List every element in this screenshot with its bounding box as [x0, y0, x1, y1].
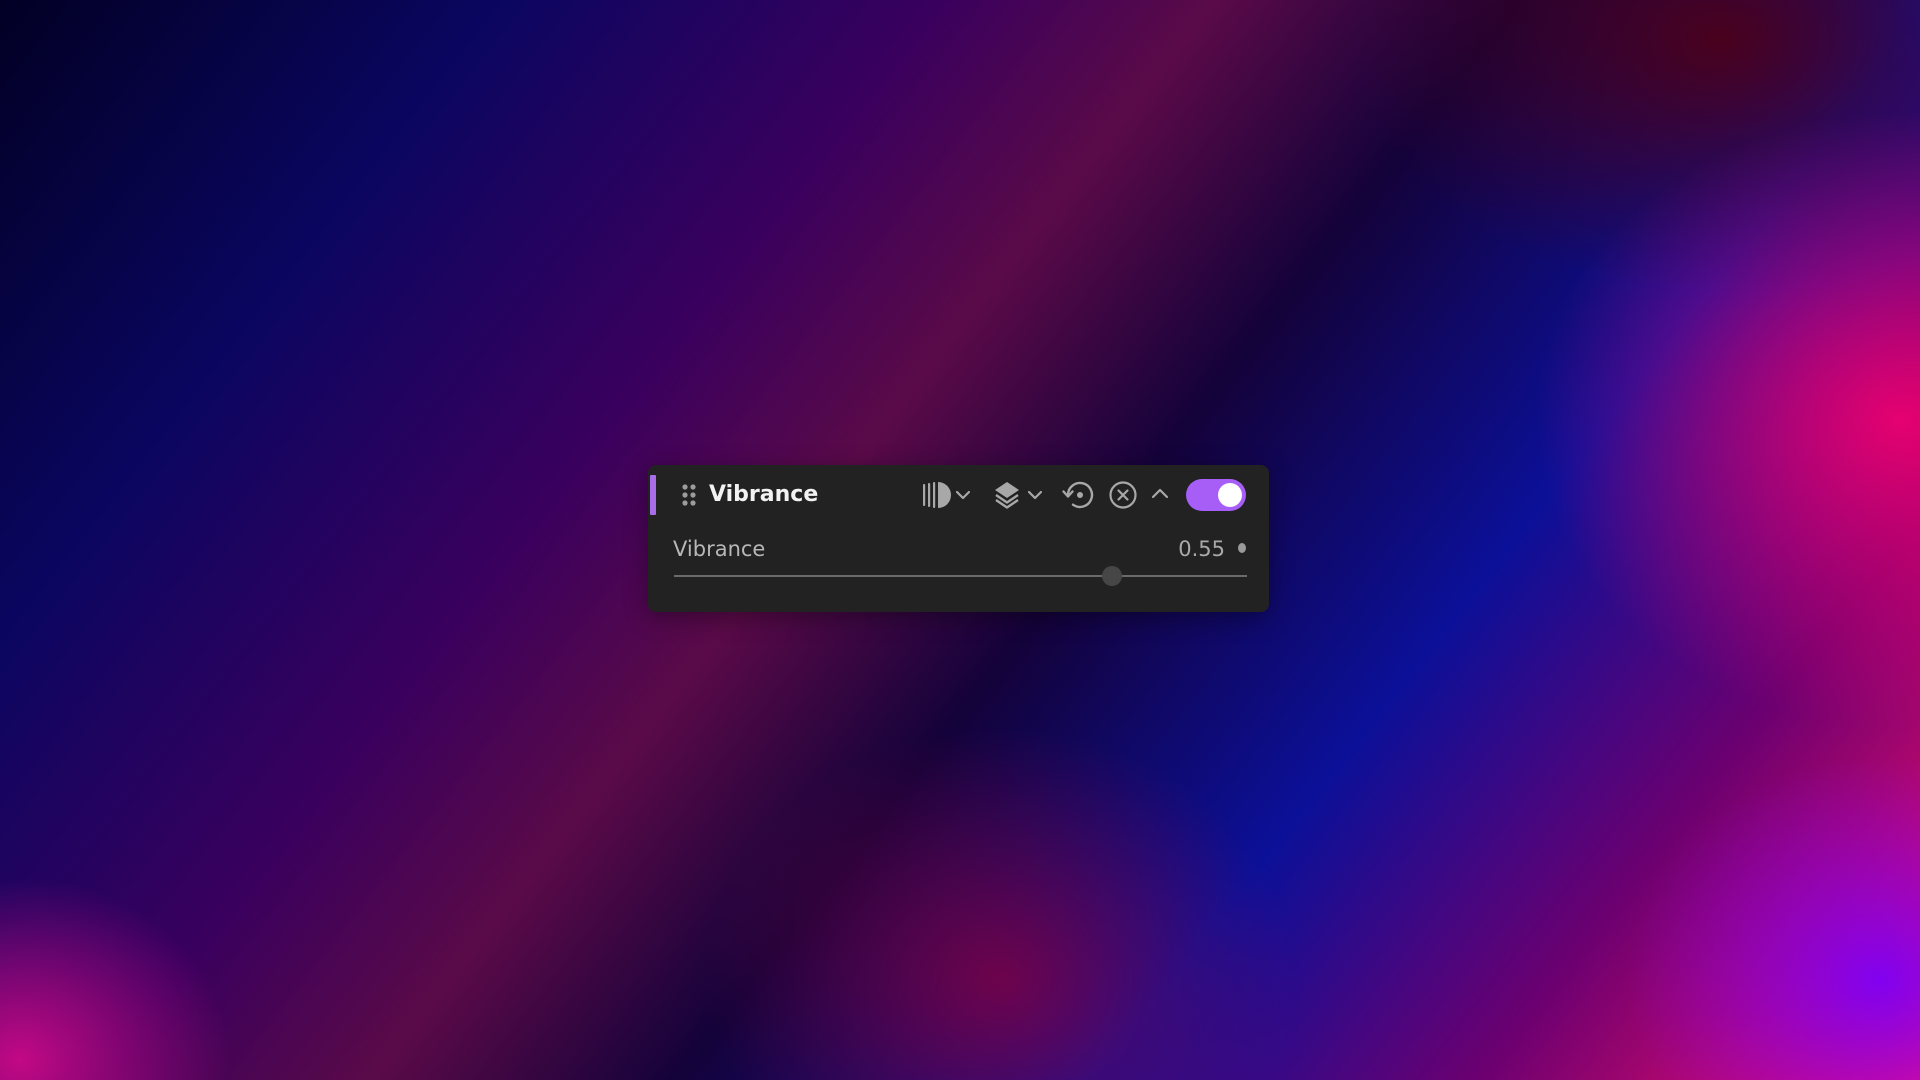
effect-enable-toggle[interactable] [1186, 479, 1246, 511]
vibrance-param-value[interactable]: 0.55 [1178, 535, 1225, 563]
vibrance-param-label: Vibrance [673, 537, 766, 561]
keyframe-dot-icon[interactable] [1238, 543, 1246, 553]
reset-icon[interactable] [1062, 479, 1096, 511]
layers-dropdown-chevron-down-icon[interactable] [1026, 487, 1044, 503]
layers-icon[interactable] [992, 479, 1022, 511]
panel-accent-bar [650, 475, 656, 515]
vibrance-slider[interactable] [674, 563, 1247, 589]
blend-mode-icon[interactable] [921, 479, 951, 511]
vibrance-effect-panel: Vibrance Vibrance 0.55 [648, 465, 1269, 612]
chevron-up-icon[interactable] [1150, 486, 1170, 502]
close-circle-icon[interactable] [1108, 480, 1138, 510]
blend-mode-dropdown-chevron-down-icon[interactable] [954, 487, 972, 503]
drag-handle-icon[interactable] [681, 483, 697, 507]
toggle-knob [1218, 483, 1242, 507]
slider-thumb[interactable] [1102, 566, 1123, 586]
slider-track [674, 575, 1247, 577]
panel-title: Vibrance [709, 482, 819, 507]
